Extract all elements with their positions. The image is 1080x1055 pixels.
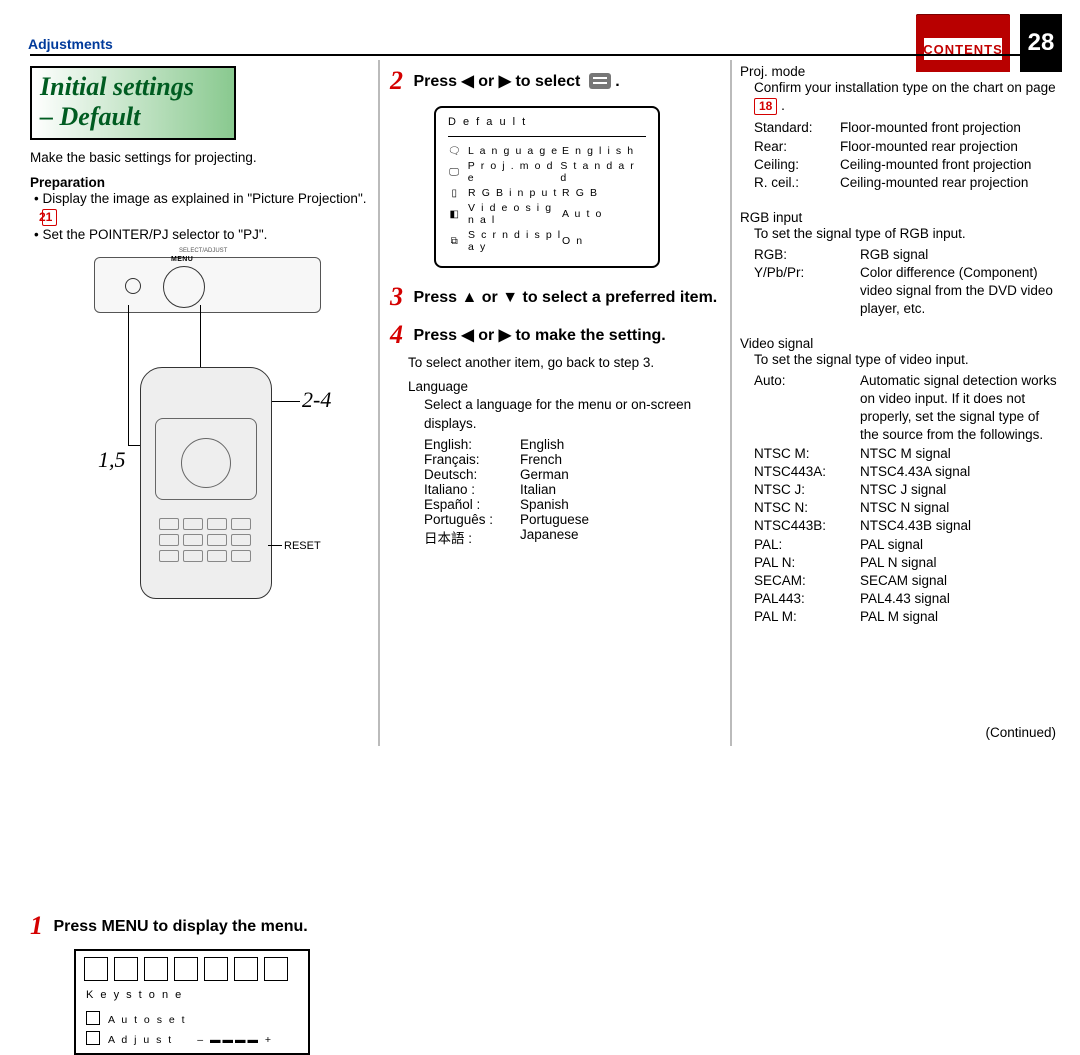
video-row: PAL443:PAL4.43 signal [754,590,1060,608]
proj-mode-table: Standard:Floor-mounted front projectionR… [754,119,1060,192]
select-adjust-label: SELECT/ADJUST [179,248,227,254]
video-row: Auto:Automatic signal detection works on… [754,372,1060,445]
video-row: SECAM:SECAM signal [754,572,1060,590]
video-table: Auto:Automatic signal detection works on… [754,372,1060,627]
prep-bullet-2: • Set the POINTER/PJ selector to "PJ". [34,226,370,244]
proj-mode-row: Rear:Floor-mounted rear projection [754,138,1060,156]
video-desc: To set the signal type of video input. [754,351,1060,369]
callout-2-4: 2-4 [302,387,331,413]
page-title-box: Initial settings – Default [30,66,236,140]
osd-row: 🖵P r o j . m o d eS t a n d a r d [448,160,646,184]
remote-diagram: MENU SELECT/ADJUST 2-4 1,5 RESET [30,257,350,577]
video-heading: Video signal [740,336,1060,351]
adjust-label: A d j u s t [108,1034,173,1046]
rgb-desc: To set the signal type of RGB input. [754,225,1060,243]
osd-row: ▯R G B i n p u tR G B [448,187,646,199]
autoset-label: A u t o s e t [108,1014,187,1026]
proj-mode-row: Standard:Floor-mounted front projection [754,119,1060,137]
menu-label: MENU [171,256,193,263]
step-2-heading: 2 Press ◀ or ▶ to select . [390,66,720,96]
preparation-heading: Preparation [30,175,370,190]
header-rule [30,54,1062,56]
language-row: English:English [424,437,720,452]
column-divider-1 [378,60,380,746]
osd-row-list: 🗨L a n g u a g eE n g l i s h 🖵P r o j . … [448,145,646,253]
callout-1-5: 1,5 [98,447,126,473]
osd-row-icon: 🖵 [448,166,462,178]
osd-row-icon: ⧉ [448,235,462,247]
continued-label: (Continued) [985,725,1056,740]
osd-row-icon: 🗨 [448,145,462,157]
page-ref-18[interactable]: 18 [754,98,777,115]
step-number-4: 4 [390,320,403,350]
osd-row-icon: ▯ [448,187,462,199]
language-table: English:EnglishFrançais:FrenchDeutsch:Ge… [424,437,720,547]
video-row: NTSC M:NTSC M signal [754,445,1060,463]
keystone-osd: K e y s t o n e A u t o s e t A d j u s … [74,949,310,1055]
video-row: NTSC J:NTSC J signal [754,481,1060,499]
language-row: Français:French [424,452,720,467]
default-osd-title: D e f a u l t [448,116,646,128]
autoset-icon [86,1011,100,1025]
step-1-heading: 1 Press MENU to display the menu. [30,911,370,941]
reset-label: RESET [284,540,321,552]
step-number-3: 3 [390,282,403,312]
proj-mode-row: R. ceil.:Ceiling-mounted rear projection [754,174,1060,192]
video-row: NTSC443B:NTSC4.43B signal [754,517,1060,535]
language-desc: Select a language for the menu or on-scr… [424,396,720,432]
proj-mode-heading: Proj. mode [740,64,1060,79]
page-title-line2: – Default [40,102,226,132]
osd-row-icon: ◧ [448,208,462,220]
column-divider-2 [730,60,732,746]
video-row: PAL:PAL signal [754,536,1060,554]
rgb-row: RGB:RGB signal [754,246,1060,264]
step4-note: To select another item, go back to step … [408,354,720,372]
osd-icon [84,957,108,981]
rgb-heading: RGB input [740,210,1060,225]
language-row: Italiano :Italian [424,482,720,497]
menu-knob-icon [163,266,205,308]
step-number-2: 2 [390,66,403,96]
osd-row: ◧V i d e o s i g n a lA u t o [448,202,646,226]
default-osd: D e f a u l t 🗨L a n g u a g eE n g l i … [434,106,660,268]
rgb-table: RGB:RGB signalY/Pb/Pr:Color difference (… [754,246,1060,319]
adjust-icon [86,1031,100,1045]
video-row: NTSC443A:NTSC4.43A signal [754,463,1060,481]
keystone-title: K e y s t o n e [86,989,183,1001]
intro-text: Make the basic settings for projecting. [30,150,370,165]
language-row: Deutsch:German [424,467,720,482]
language-row: 日本語 :Japanese [424,527,720,547]
video-row: NTSC N:NTSC N signal [754,499,1060,517]
osd-row: 🗨L a n g u a g eE n g l i s h [448,145,646,157]
video-row: PAL N:PAL N signal [754,554,1060,572]
step-3-heading: 3 Press ▲ or ▼ to select a preferred ite… [390,282,720,312]
rgb-row: Y/Pb/Pr:Color difference (Component) vid… [754,264,1060,319]
language-heading: Language [408,378,720,396]
page-title-line1: Initial settings [40,72,226,102]
language-row: Español :Spanish [424,497,720,512]
page-ref-21[interactable]: 21 [42,209,57,226]
proj-mode-desc: Confirm your installation type on the ch… [754,79,1060,115]
section-heading: Adjustments [28,36,113,52]
prep-bullet-1: • Display the image as explained in "Pic… [34,190,370,226]
step-number-1: 1 [30,911,43,941]
language-row: Português :Portuguese [424,512,720,527]
step-4-heading: 4 Press ◀ or ▶ to make the setting. [390,320,720,350]
remote-illustration [140,367,272,599]
osd-row: ⧉S c r n d i s p l a yO n [448,229,646,253]
default-menu-icon [589,73,611,89]
proj-mode-row: Ceiling:Ceiling-mounted front projection [754,156,1060,174]
video-row: PAL M:PAL M signal [754,608,1060,626]
